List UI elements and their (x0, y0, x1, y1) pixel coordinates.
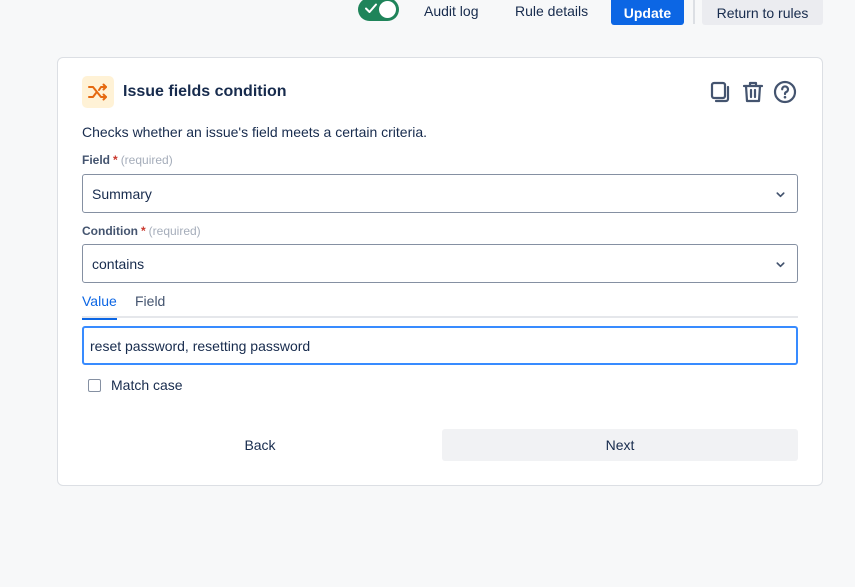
card-description: Checks whether an issue's field meets a … (82, 124, 428, 140)
rule-details-link[interactable]: Rule details (515, 1, 588, 21)
audit-log-link[interactable]: Audit log (424, 1, 478, 21)
toolbar-divider (693, 0, 695, 24)
tab-value[interactable]: Value (82, 293, 117, 320)
trash-icon[interactable] (739, 78, 767, 106)
field-select-value: Summary (92, 186, 152, 202)
condition-select[interactable]: contains (82, 244, 798, 283)
update-button[interactable]: Update (611, 0, 684, 25)
field-label: Field * (required) (82, 153, 173, 167)
tab-field[interactable]: Field (135, 293, 165, 315)
required-hint: (required) (120, 153, 173, 167)
shuffle-icon (82, 76, 114, 108)
rule-enabled-toggle[interactable] (358, 0, 399, 21)
match-case-label: Match case (111, 377, 183, 393)
required-hint: (required) (148, 224, 201, 238)
condition-label-text: Condition (82, 224, 138, 238)
match-case-checkbox[interactable] (88, 379, 101, 392)
required-mark: * (140, 224, 146, 238)
chevron-down-icon (776, 192, 785, 198)
value-input[interactable] (82, 326, 798, 365)
copy-icon[interactable] (707, 78, 735, 106)
card-title: Issue fields condition (123, 83, 287, 100)
condition-select-value: contains (92, 256, 145, 272)
chevron-down-icon (776, 262, 785, 268)
field-select[interactable]: Summary (82, 174, 798, 213)
condition-card: Issue fields condition Checks whether an… (57, 57, 823, 486)
back-button[interactable]: Back (82, 429, 438, 461)
next-button[interactable]: Next (442, 429, 798, 461)
toggle-knob (379, 1, 396, 18)
top-toolbar: Audit log Rule details Update Return to … (0, 0, 855, 30)
condition-label: Condition * (required) (82, 224, 201, 238)
value-source-tabs: Value Field (82, 288, 798, 320)
field-label-text: Field (82, 153, 111, 167)
required-mark: * (113, 153, 118, 167)
return-to-rules-button[interactable]: Return to rules (702, 0, 823, 25)
checkmark-icon (365, 3, 377, 13)
help-icon[interactable] (771, 78, 799, 106)
